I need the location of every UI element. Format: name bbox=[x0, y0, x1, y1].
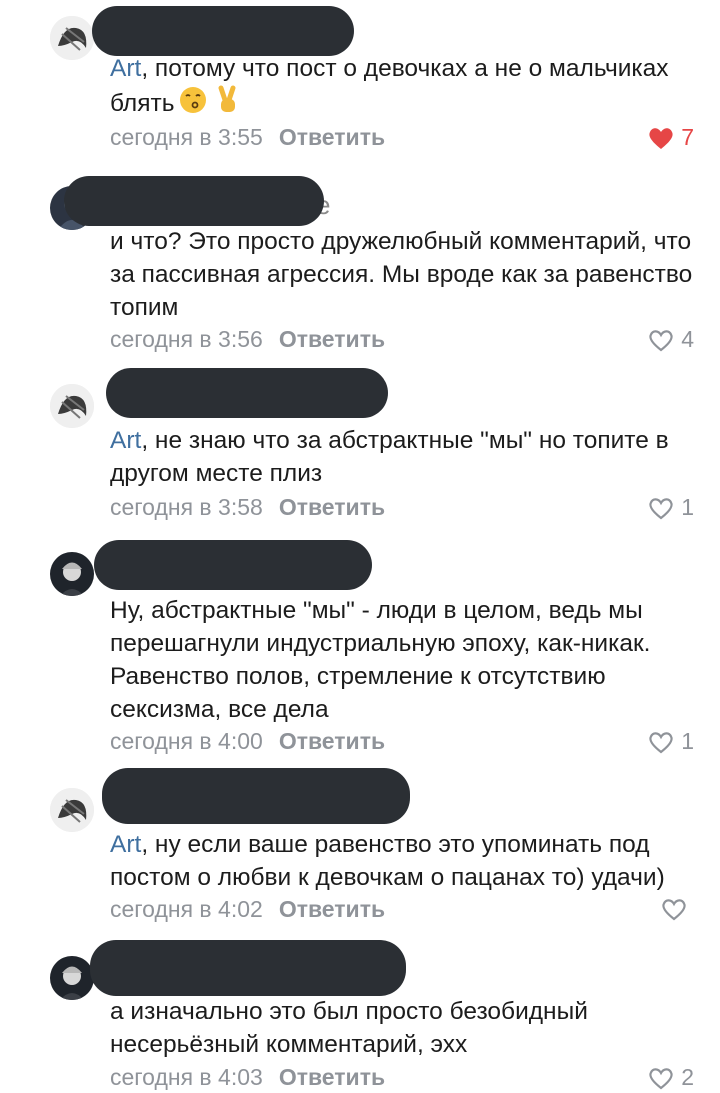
timestamp: сегодня в 4:02 bbox=[110, 896, 263, 922]
like-button[interactable]: 4 bbox=[647, 326, 694, 353]
mention-link[interactable]: Art bbox=[110, 55, 141, 82]
timestamp: сегодня в 3:56 bbox=[110, 326, 263, 352]
comment-meta: сегодня в 4:02 Ответить bbox=[110, 896, 385, 923]
like-count: 1 bbox=[681, 494, 694, 520]
avatar[interactable] bbox=[50, 956, 94, 1000]
heart-filled-icon bbox=[649, 127, 673, 149]
timestamp: сегодня в 4:03 bbox=[110, 1064, 263, 1090]
heart-outline-icon bbox=[662, 899, 686, 921]
reply-button[interactable]: Ответить bbox=[279, 728, 385, 754]
comment-text: Art, не знаю что за абстрактные "мы" но … bbox=[110, 427, 669, 487]
kissing-face-emoji bbox=[178, 85, 208, 124]
heart-outline-icon bbox=[649, 497, 673, 519]
comment-meta: сегодня в 4:03 Ответить bbox=[110, 1064, 385, 1091]
redacted-username bbox=[90, 940, 406, 996]
heart-outline-icon bbox=[649, 1067, 673, 1089]
like-button[interactable]: 1 bbox=[647, 728, 694, 755]
reply-button[interactable]: Ответить bbox=[279, 494, 385, 520]
timestamp: сегодня в 4:00 bbox=[110, 728, 263, 754]
like-count: 4 bbox=[681, 326, 694, 352]
avatar[interactable] bbox=[50, 788, 94, 832]
redacted-username bbox=[92, 6, 354, 56]
victory-hand-emoji bbox=[212, 85, 242, 124]
redacted-username bbox=[106, 368, 388, 418]
avatar[interactable] bbox=[50, 384, 94, 428]
reply-button[interactable]: Ответить bbox=[279, 1064, 385, 1090]
comment-meta: сегодня в 3:55 Ответить bbox=[110, 124, 385, 151]
reply-button[interactable]: Ответить bbox=[279, 326, 385, 352]
avatar[interactable] bbox=[50, 16, 94, 60]
heart-outline-icon bbox=[649, 731, 673, 753]
redacted-username bbox=[64, 176, 324, 226]
timestamp: сегодня в 3:58 bbox=[110, 494, 263, 520]
reply-button[interactable]: Ответить bbox=[279, 124, 385, 150]
like-button[interactable]: 1 bbox=[647, 494, 694, 521]
like-button[interactable]: 7 bbox=[647, 124, 694, 151]
comment-meta: сегодня в 4:00 Ответить bbox=[110, 728, 385, 755]
redacted-username bbox=[94, 540, 372, 590]
timestamp: сегодня в 3:55 bbox=[110, 124, 263, 150]
comment-text: Art, ну если ваше равенство это упоминат… bbox=[110, 831, 665, 891]
redacted-username bbox=[102, 768, 410, 824]
heart-outline-icon bbox=[649, 329, 673, 351]
like-count: 1 bbox=[681, 728, 694, 754]
like-button[interactable] bbox=[660, 896, 694, 922]
like-count: 2 bbox=[681, 1064, 694, 1090]
comment-text: Art, потому что пост о девочках а не о м… bbox=[110, 52, 710, 124]
comment-meta: сегодня в 3:56 Ответить bbox=[110, 326, 385, 353]
like-button[interactable]: 2 bbox=[647, 1064, 694, 1091]
comment-meta: сегодня в 3:58 Ответить bbox=[110, 494, 385, 521]
mention-link[interactable]: Art bbox=[110, 831, 141, 858]
mention-link[interactable]: Art bbox=[110, 427, 141, 454]
comment-text: и что? Это просто дружелюбный комментари… bbox=[110, 228, 693, 321]
avatar[interactable] bbox=[50, 552, 94, 596]
reply-button[interactable]: Ответить bbox=[279, 896, 385, 922]
comment-text: Ну, абстрактные "мы" - люди в целом, вед… bbox=[110, 597, 651, 723]
comment-text: а изначально это был просто безобидный н… bbox=[110, 998, 588, 1058]
like-count: 7 bbox=[681, 124, 694, 150]
